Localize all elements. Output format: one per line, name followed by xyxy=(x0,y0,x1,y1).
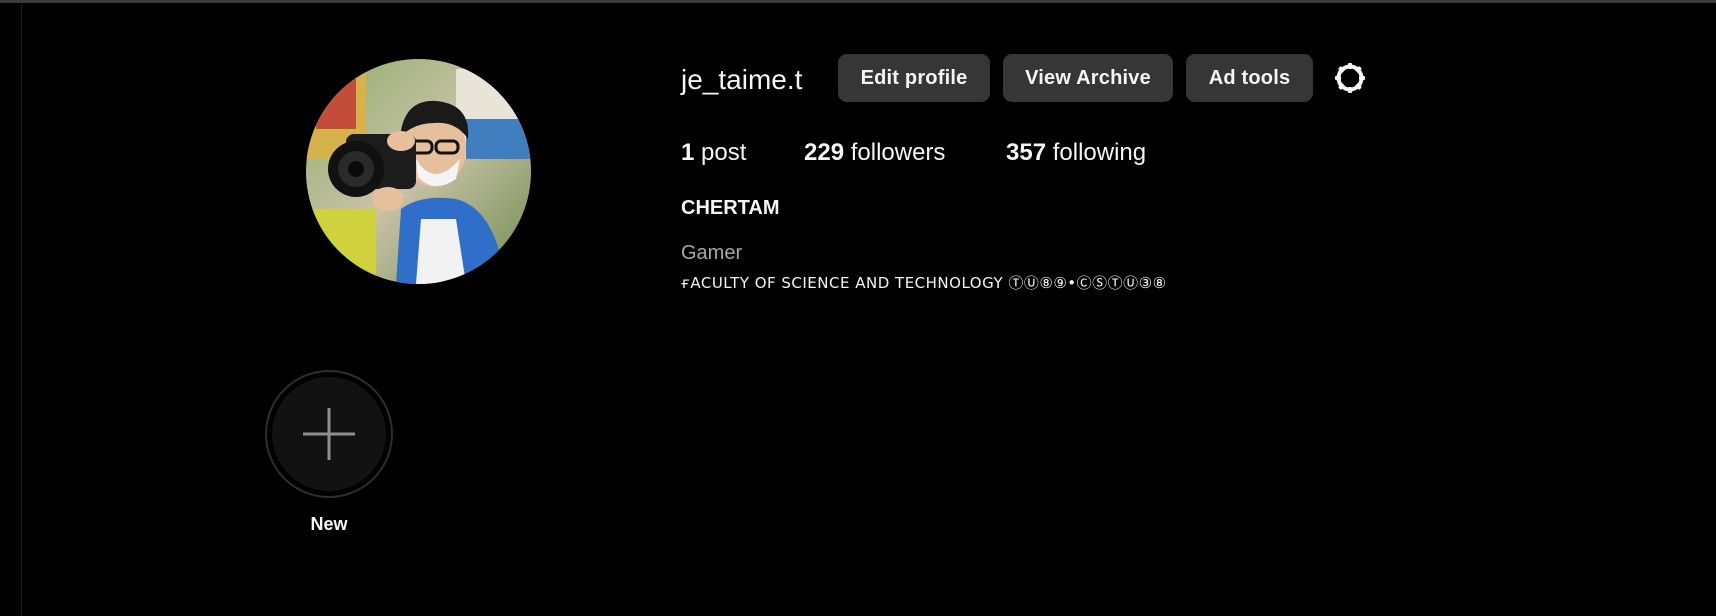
avatar[interactable] xyxy=(306,59,531,284)
posts-count-label: post xyxy=(701,139,747,166)
edit-profile-button[interactable]: Edit profile xyxy=(838,54,990,102)
new-highlight-button[interactable] xyxy=(265,370,393,498)
following-count-label: following xyxy=(1052,139,1147,166)
followers-count-label: followers xyxy=(850,139,946,166)
view-archive-button[interactable]: View Archive xyxy=(1003,54,1173,102)
ad-tools-button[interactable]: Ad tools xyxy=(1186,54,1313,102)
gear-icon[interactable] xyxy=(1333,61,1367,95)
followers-link[interactable]: 229 followers xyxy=(804,138,945,168)
new-highlight-circle xyxy=(272,377,386,491)
posts-count: 1 post xyxy=(681,138,746,168)
username: je_taime.t xyxy=(681,64,803,95)
profile-bio: ғACULTY OF SCIENCE AND TECHNOLOGY ⓉⓊ⑧⑨•Ⓒ… xyxy=(681,274,1167,292)
followers-count-value: 229 xyxy=(804,139,845,166)
posts-count-value: 1 xyxy=(681,139,695,166)
profile-full-name: CHERTAM xyxy=(681,197,780,219)
profile-category: Gamer xyxy=(681,242,743,264)
new-highlight-label: New xyxy=(310,514,348,534)
following-link[interactable]: 357 following xyxy=(1006,138,1146,168)
window-top-border xyxy=(0,0,1716,3)
following-count-value: 357 xyxy=(1006,139,1047,166)
profile-photo xyxy=(306,59,531,284)
plus-icon xyxy=(303,408,355,460)
sidebar-divider xyxy=(21,3,22,616)
